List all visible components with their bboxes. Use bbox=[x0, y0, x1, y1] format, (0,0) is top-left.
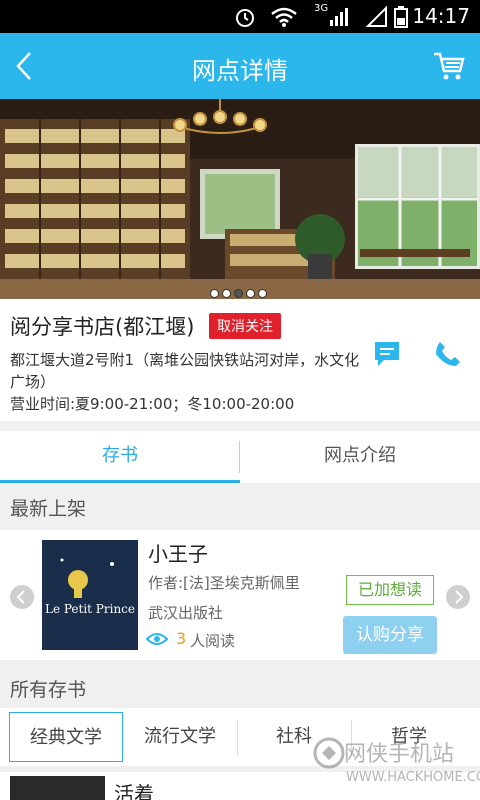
bookstore-photo bbox=[0, 99, 480, 299]
banner-carousel[interactable] bbox=[0, 99, 480, 299]
watermark-logo-icon bbox=[313, 737, 345, 769]
eye-icon bbox=[146, 633, 168, 645]
alarm-icon bbox=[236, 9, 254, 27]
carousel-dot[interactable] bbox=[210, 289, 219, 298]
watermark-url: WWW.HACKHOME.COM bbox=[346, 770, 480, 785]
store-address: 都江堰大道2号附1（离堆公园快铁站河对岸，水文化广场） bbox=[10, 351, 360, 391]
carousel-dot[interactable] bbox=[246, 289, 255, 298]
status-bar: 3G 14:17 bbox=[0, 0, 480, 33]
site-watermark: 网侠手机站 WWW.HACKHOME.COM bbox=[312, 722, 480, 800]
read-label: 人阅读 bbox=[190, 632, 236, 650]
watermark-text: 网侠手机站 bbox=[344, 742, 455, 767]
signal-empty-icon bbox=[366, 6, 387, 27]
battery-icon bbox=[394, 6, 408, 28]
store-hours: 营业时间:夏9:00-21:00；冬10:00-20:00 bbox=[10, 395, 295, 413]
store-info: 阅分享书店(都江堰) 取消关注 都江堰大道2号附1（离堆公园快铁站河对岸，水文化… bbox=[0, 299, 480, 421]
all-books-section-title: 所有存书 bbox=[10, 679, 87, 701]
network-type: 3G bbox=[314, 3, 329, 14]
clock: 14:17 bbox=[412, 4, 470, 28]
phone-icon[interactable] bbox=[433, 339, 463, 369]
message-icon[interactable] bbox=[372, 339, 402, 369]
book-cover[interactable]: Le Petit Prince bbox=[42, 540, 138, 650]
share-button[interactable]: 认购分享 bbox=[343, 616, 437, 654]
wanted-badge[interactable]: 已加想读 bbox=[346, 575, 434, 605]
book-title[interactable]: 活着 bbox=[114, 778, 154, 800]
unfollow-button[interactable]: 取消关注 bbox=[209, 313, 281, 339]
book-publisher: 武汉出版社 bbox=[148, 604, 224, 622]
page-title: 网点详情 bbox=[192, 57, 288, 85]
category-classic-literature[interactable]: 经典文学 bbox=[9, 712, 123, 762]
title-bar: 网点详情 bbox=[0, 33, 480, 99]
signal-icon bbox=[330, 8, 348, 26]
tab-introduction[interactable]: 网点介绍 bbox=[240, 431, 480, 483]
latest-section-title: 最新上架 bbox=[10, 498, 87, 520]
carousel-indicator bbox=[210, 283, 270, 298]
book-cover-title: Le Petit Prince bbox=[44, 602, 136, 616]
read-count: 3 bbox=[176, 629, 187, 648]
book-author: 作者:[法]圣埃克斯佩里 bbox=[148, 574, 300, 592]
book-cover[interactable] bbox=[10, 776, 105, 800]
featured-book-card[interactable]: Le Petit Prince 小王子 作者:[法]圣埃克斯佩里 武汉出版社 3… bbox=[0, 530, 480, 660]
app-screen: 3G 14:17 网点详情 阅分享书店(都江堰) 取消关注 都江堰大道2号附1（… bbox=[0, 0, 480, 800]
detail-tabs: 存书 网点介绍 bbox=[0, 431, 480, 483]
carousel-dot[interactable] bbox=[234, 289, 243, 298]
cart-icon[interactable] bbox=[432, 49, 466, 83]
prev-arrow-icon[interactable] bbox=[10, 585, 34, 609]
next-arrow-icon[interactable] bbox=[446, 585, 470, 609]
carousel-dot[interactable] bbox=[258, 289, 267, 298]
book-title[interactable]: 小王子 bbox=[148, 538, 208, 567]
carousel-dot[interactable] bbox=[222, 289, 231, 298]
little-prince-illustration bbox=[60, 558, 114, 598]
store-name: 阅分享书店(都江堰) bbox=[10, 315, 195, 339]
wifi-icon bbox=[271, 7, 297, 27]
category-popular-literature[interactable]: 流行文学 bbox=[123, 712, 237, 762]
tab-books[interactable]: 存书 bbox=[0, 431, 240, 483]
